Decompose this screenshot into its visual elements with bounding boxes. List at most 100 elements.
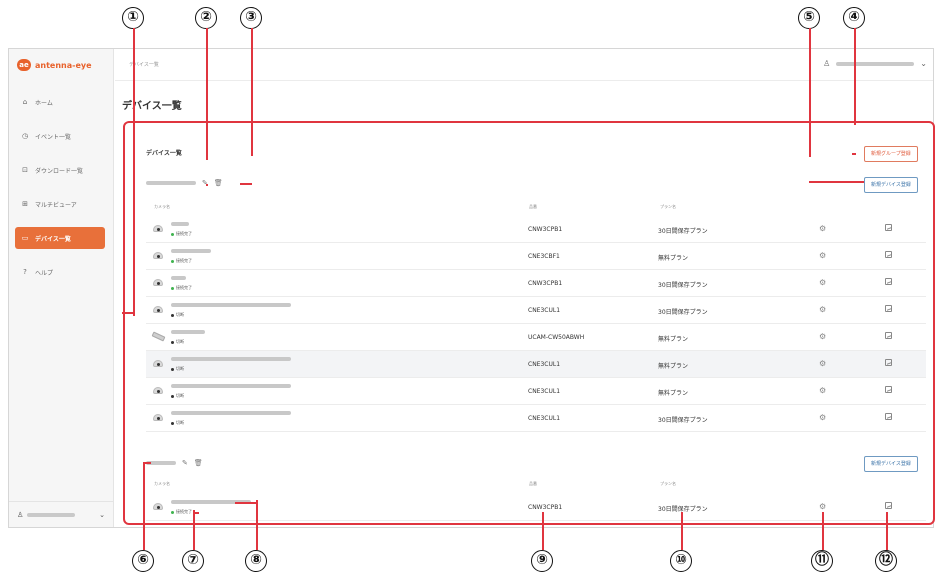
camera-name-redacted[interactable] <box>171 411 291 415</box>
model-number: CNE3CUL1 <box>528 361 561 368</box>
camera-shape <box>153 387 163 394</box>
connection-status: 接続完了 <box>171 285 192 291</box>
table-row[interactable]: 切断 CNE3CUL1 無料プラン ⚙ <box>146 378 926 405</box>
image-icon[interactable] <box>885 278 892 285</box>
column-header-model: 品番 <box>529 481 537 486</box>
image-icon[interactable] <box>885 359 892 366</box>
sidebar-item-label: マルチビューア <box>35 201 77 209</box>
dome-camera-icon <box>152 412 164 422</box>
leader-line <box>256 500 258 550</box>
settings-gear-icon[interactable]: ⚙ <box>819 251 826 260</box>
settings-gear-icon[interactable]: ⚙ <box>819 413 826 422</box>
leader-line <box>852 153 856 155</box>
image-icon[interactable] <box>885 332 892 339</box>
connection-status: 切断 <box>171 312 184 318</box>
status-dot <box>171 367 174 371</box>
table-row[interactable]: 接続完了 CNE3CBF1 無料プラン ⚙ <box>146 243 926 270</box>
leader-line <box>235 502 256 504</box>
table-row[interactable]: 接続完了 CNW3CPB1 30日間保存プラン ⚙ <box>146 216 926 243</box>
user-menu[interactable]: ♙ ⌄ <box>823 59 927 68</box>
image-icon[interactable] <box>885 305 892 312</box>
plan-name: 無料プラン <box>658 255 689 262</box>
model-number: CNE3CBF1 <box>528 253 560 260</box>
group-name-redacted <box>146 181 196 185</box>
callout-marker: ⑫ <box>875 550 897 572</box>
camera-name-redacted[interactable] <box>171 330 205 334</box>
camera-name-redacted[interactable] <box>171 384 291 388</box>
help-icon: ? <box>23 268 27 276</box>
table-row[interactable]: 切断 CNE3CUL1 30日間保存プラン ⚙ <box>146 297 926 324</box>
column-header-model: 品番 <box>529 204 537 209</box>
status-dot <box>171 286 174 290</box>
image-icon[interactable] <box>885 251 892 258</box>
image-icon[interactable] <box>885 413 892 420</box>
sidebar-item-label: デバイス一覧 <box>35 235 71 243</box>
sidebar-item[interactable]: ⊡ ダウンロード一覧 <box>15 159 105 181</box>
callout-marker: ③ <box>240 7 262 29</box>
edit-icon[interactable]: ✎ <box>182 459 188 467</box>
status-dot <box>171 259 174 263</box>
model-number: CNE3CUL1 <box>528 415 561 422</box>
status-text: 切断 <box>176 420 184 425</box>
trash-icon[interactable]: 🗑 <box>214 179 223 187</box>
column-header-camera: カメラ名 <box>154 204 170 209</box>
sidebar-item[interactable]: ? ヘルプ <box>15 261 105 283</box>
settings-gear-icon[interactable]: ⚙ <box>819 502 826 511</box>
camera-name-redacted[interactable] <box>171 249 211 253</box>
callout-marker: ⑨ <box>531 550 553 572</box>
new-device-button-group-2[interactable]: 新規デバイス登録 <box>864 456 918 472</box>
settings-gear-icon[interactable]: ⚙ <box>819 224 826 233</box>
image-icon[interactable] <box>885 502 892 509</box>
callout-marker: ⑪ <box>811 550 833 572</box>
leader-line <box>822 512 824 550</box>
camera-name-redacted[interactable] <box>171 222 189 226</box>
sidebar-item[interactable]: ◷ イベント一覧 <box>15 125 105 147</box>
callout-marker: ④ <box>843 7 865 29</box>
chevron-down-icon: ⌄ <box>920 59 927 68</box>
new-group-button[interactable]: 新規グループ登録 <box>864 146 918 162</box>
plan-name: 無料プラン <box>658 363 689 370</box>
plan-name: 30日間保存プラン <box>658 228 708 235</box>
sidebar-item[interactable]: ▭ デバイス一覧 <box>15 227 105 249</box>
plan-name: 無料プラン <box>658 390 689 397</box>
status-text: 切断 <box>176 366 184 371</box>
settings-gear-icon[interactable]: ⚙ <box>819 332 826 341</box>
sidebar-item[interactable]: ⌂ ホーム <box>15 91 105 113</box>
callout-marker: ⑩ <box>670 550 692 572</box>
camera-name-redacted[interactable] <box>171 276 186 280</box>
group-selector[interactable]: ♙ ⌄ <box>9 501 113 527</box>
grid-icon: ⊞ <box>22 200 28 208</box>
settings-gear-icon[interactable]: ⚙ <box>819 278 826 287</box>
section-title: デバイス一覧 <box>146 150 182 157</box>
plan-name: 30日間保存プラン <box>658 417 708 424</box>
settings-gear-icon[interactable]: ⚙ <box>819 386 826 395</box>
status-text: 接続完了 <box>176 285 192 290</box>
sidebar-item[interactable]: ⊞ マルチビューア <box>15 193 105 215</box>
device-icon: ▭ <box>21 234 29 242</box>
logo[interactable]: ae antenna-eye <box>17 59 92 71</box>
new-device-button[interactable]: 新規デバイス登録 <box>864 177 918 193</box>
trash-icon[interactable]: 🗑 <box>194 459 203 467</box>
settings-gear-icon[interactable]: ⚙ <box>819 359 826 368</box>
connection-status: 接続完了 <box>171 509 192 515</box>
camera-shape <box>151 331 166 342</box>
user-icon: ♙ <box>823 59 831 68</box>
plan-name: 30日間保存プラン <box>658 309 708 316</box>
table-row[interactable]: 切断 UCAM-CW50ABWH 無料プラン ⚙ <box>146 324 926 351</box>
status-text: 接続完了 <box>176 509 192 514</box>
sidebar-item-label: ホーム <box>35 99 53 107</box>
table-row[interactable]: 切断 CNE3CUL1 30日間保存プラン ⚙ <box>146 405 926 432</box>
image-icon[interactable] <box>885 386 892 393</box>
table-row[interactable]: 切断 CNE3CUL1 無料プラン ⚙ <box>146 351 926 378</box>
camera-name-redacted[interactable] <box>171 357 291 361</box>
settings-gear-icon[interactable]: ⚙ <box>819 305 826 314</box>
dome-camera-icon <box>152 223 164 233</box>
connection-status: 切断 <box>171 366 184 372</box>
camera-name-redacted[interactable] <box>171 303 291 307</box>
chevron-down-icon: ⌄ <box>99 510 105 519</box>
table-row[interactable]: 接続完了 CNW3CPB1 30日間保存プラン ⚙ <box>146 270 926 297</box>
table-row[interactable]: 接続完了 CNW3CPB1 30日間保存プラン ⚙ <box>146 494 926 521</box>
callout-marker: ⑤ <box>798 7 820 29</box>
image-icon[interactable] <box>885 224 892 231</box>
model-number: UCAM-CW50ABWH <box>528 334 585 341</box>
